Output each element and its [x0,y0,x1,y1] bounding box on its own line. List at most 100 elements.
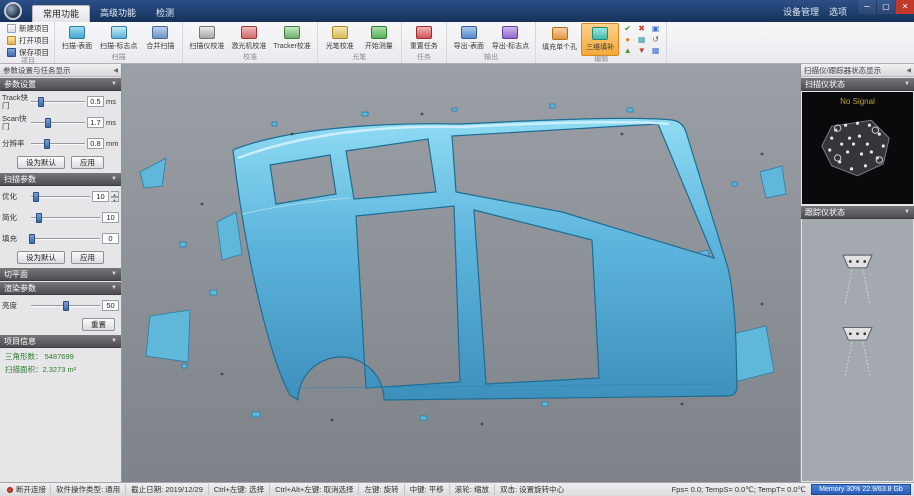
scanner-status-view: No Signal [802,92,913,204]
laser-calibration-button[interactable]: 激光机校准 [228,23,269,54]
window-controls: ─ ▢ ✕ [857,0,914,14]
viewport-3d[interactable] [122,64,800,482]
group-label-output: 输出 [450,54,532,63]
save-project-button[interactable]: 保存项目 [5,47,51,58]
panel-collapse-icon[interactable]: ◀ [906,67,911,74]
start-measure-icon [371,26,387,39]
merge-scans-button[interactable]: 合并扫描 [141,23,179,54]
optimize-slider[interactable] [31,191,90,203]
crop-icon[interactable]: ▦ [649,45,662,56]
rect-select-icon[interactable]: ▣ [649,23,662,34]
tab-inspection[interactable]: 检测 [146,5,184,22]
menu-options[interactable]: 选项 [829,5,847,18]
ribbon-group-task: 重置任务 任务 [402,22,447,63]
param-set-default-button[interactable]: 设为默认 [17,156,65,169]
open-project-button[interactable]: 打开项目 [5,35,51,46]
fill-single-hole-button[interactable]: 填充单个孔 [539,23,580,56]
param-apply-button[interactable]: 应用 [71,156,104,169]
tab-advanced-functions[interactable]: 高级功能 [90,5,146,22]
resolution-value[interactable]: 0.8 [87,138,104,149]
reset-task-button[interactable]: 重置任务 [405,23,443,54]
section-header-param-settings[interactable]: 参数设置 ▼ [0,78,121,91]
group-label-task: 任务 [405,54,443,63]
track-shutter-value[interactable]: 0.5 [87,96,104,107]
scan-set-default-button[interactable]: 设为默认 [17,251,65,264]
collapse-icon: ▼ [111,285,117,291]
section-header-scan-params[interactable]: 扫描参数 ▼ [0,173,121,186]
mesh-fill-button[interactable]: 三维填补 [581,23,619,56]
minimize-icon[interactable]: ─ [857,0,876,14]
optimize-spinner[interactable]: ▲▼ [111,191,119,202]
track-shutter-row: Track快门 0.5 ms [0,91,121,112]
collapse-icon: ▼ [111,81,117,87]
ribbon-group-output: 导出-表面 导出-标志点 输出 [447,22,536,63]
tab-common-functions[interactable]: 常用功能 [32,5,90,22]
ribbon-tabs: 常用功能 高级功能 检测 [32,5,184,22]
export-surface-button[interactable]: 导出-表面 [450,23,488,54]
new-project-button[interactable]: 新建项目 [5,23,51,34]
app-logo-icon[interactable] [4,2,22,20]
status-item: Ctrl+Alt+左键: 取消选择 [269,484,358,495]
render-reset-button[interactable]: 重置 [82,318,115,331]
fps-temperature-readout: Fps= 0.0; TempS= 0.0℃; TempT= 0.0℃ [667,485,811,494]
scan-markers-button[interactable]: 扫描-标志点 [97,23,140,54]
section-header-project-info[interactable]: 项目信息 ▼ [0,335,121,348]
scan-shutter-row: Scan快门 1.7 ms [0,112,121,133]
ribbon-group-project: 新建项目 打开项目 保存项目 项目 [2,22,55,63]
project-info: 三角形数： 5487699 扫描面积：2.3273 m² [0,348,121,380]
collapse-icon: ▼ [904,209,910,215]
section-header-scanner-status[interactable]: 扫描仪状态 ▼ [801,78,914,91]
pen-calibration-button[interactable]: 光笔校准 [321,23,359,54]
tracker-calibration-button[interactable]: Tracker校准 [270,23,313,54]
delete-selection-icon[interactable]: ✖ [635,23,648,34]
simplify-slider[interactable] [31,212,100,224]
group-label-scan: 扫描 [58,54,179,63]
optimize-value[interactable]: 10 [92,191,109,202]
export-markers-button[interactable]: 导出-标志点 [489,23,532,54]
menu-device-management[interactable]: 设备管理 [783,5,819,18]
close-icon[interactable]: ✕ [895,0,914,14]
fill-slider[interactable] [31,233,100,245]
accept-selection-icon[interactable]: ✔ [621,23,634,34]
scan-surface-button[interactable]: 扫描-表面 [58,23,96,54]
resolution-row: 分辨率 0.8 mm [0,133,121,154]
resolution-slider[interactable] [31,138,85,150]
status-item: 双击: 设置旋转中心 [494,484,569,495]
section-header-cut-plane[interactable]: 切平面 ▼ [0,268,121,281]
status-item: 软件操作类型: 通用 [50,484,125,495]
scanner-device-icon [802,92,913,204]
panel-collapse-icon[interactable]: ◀ [113,67,118,74]
titlebar: 常用功能 高级功能 检测 设备管理 选项 ─ ▢ ✕ [0,0,914,22]
lasso-select-icon[interactable]: ● [621,34,634,45]
ribbon-group-scan: 扫描-表面 扫描-标志点 合并扫描 扫描 [55,22,183,63]
brightness-slider[interactable] [31,300,100,312]
flip-normal-icon[interactable]: ▲ [621,45,634,56]
simplify-value[interactable]: 10 [102,212,119,223]
tracker-calibration-icon [284,26,300,39]
group-label-calibration: 校准 [186,54,313,63]
hide-selection-icon[interactable]: ▼ [635,45,648,56]
save-project-icon [7,48,16,57]
connection-status-icon [7,487,13,493]
titlebar-right: 设备管理 选项 ─ ▢ ✕ [783,0,914,22]
mesh-fill-icon [592,27,608,40]
status-item: Ctrl+左键: 选择 [208,484,269,495]
main-area: 参数设置与任务显示 ◀ 参数设置 ▼ Track快门 0.5 ms Scan快门… [0,64,914,482]
start-measure-button[interactable]: 开始测量 [360,23,398,54]
track-shutter-slider[interactable] [31,96,85,108]
export-markers-icon [502,26,518,39]
scan-surface-icon [69,26,85,39]
brightness-value[interactable]: 50 [102,300,119,311]
fill-value[interactable]: 0 [102,233,119,244]
scanner-calibration-button[interactable]: 扫描仪校准 [186,23,227,54]
undo-icon[interactable]: ↺ [649,34,662,45]
tracker-status-view [802,219,913,481]
scan-apply-button[interactable]: 应用 [71,251,104,264]
section-header-tracker-status[interactable]: 跟踪仪状态 ▼ [801,206,914,219]
scan-shutter-slider[interactable] [31,117,85,129]
section-header-render-params[interactable]: 渲染参数 ▼ [0,282,121,295]
maximize-icon[interactable]: ▢ [876,0,895,14]
mesh-view-icon[interactable]: ▦ [635,34,648,45]
scan-markers-icon [111,26,127,39]
scan-shutter-value[interactable]: 1.7 [87,117,104,128]
